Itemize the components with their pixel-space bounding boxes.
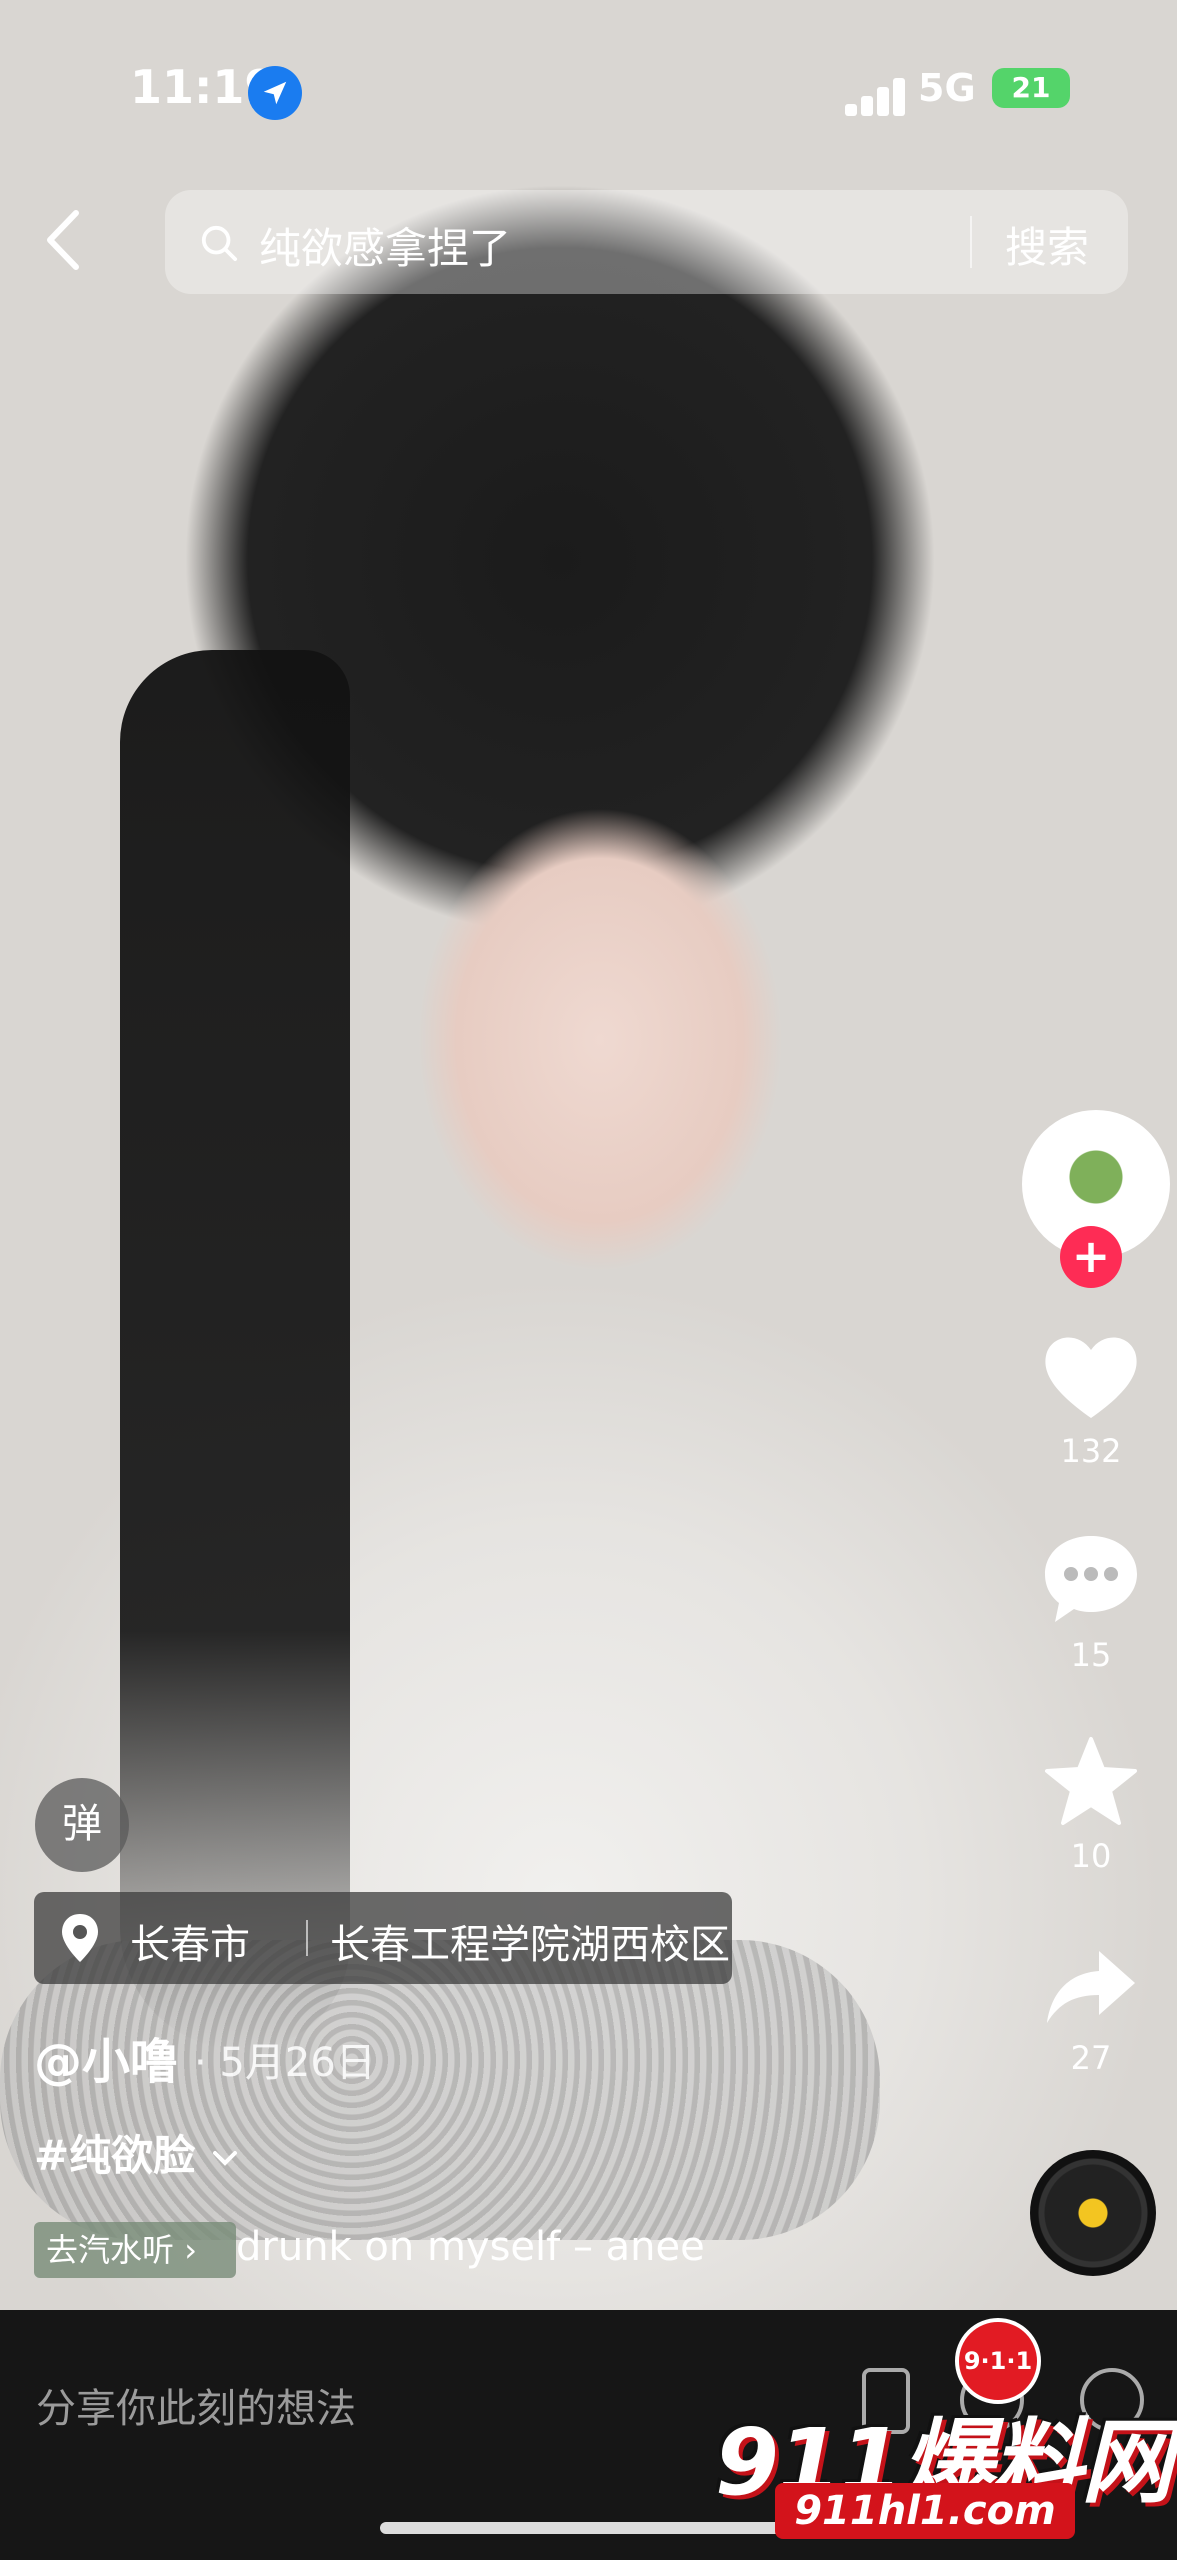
watermark-url: 911hl1.com (775, 2483, 1075, 2539)
post-date: · 5月26日 (194, 2040, 376, 2086)
share-button[interactable]: 27 (1005, 1945, 1177, 2077)
video-content (120, 650, 350, 2050)
open-in-qishui-button[interactable]: 去汽水听 › (34, 2222, 236, 2278)
location-place: 长春工程学院湖西校区 (330, 1922, 730, 1968)
like-button[interactable]: 132 (1005, 1330, 1177, 1470)
back-button[interactable] (40, 205, 100, 285)
share-arrow-icon (1047, 1951, 1135, 2023)
star-icon (1045, 1737, 1137, 1825)
signal-icon (845, 76, 907, 116)
open-in-qishui-label: 去汽水听 (46, 2231, 175, 2269)
share-count: 27 (1070, 2039, 1112, 2077)
like-count: 132 (1060, 1432, 1122, 1470)
location-divider (306, 1920, 308, 1956)
location-city: 长春市 (130, 1922, 250, 1968)
search-bar[interactable]: 纯欲感拿捏了 搜索 (165, 190, 1128, 294)
author-name[interactable]: @小噜 (34, 2022, 178, 2092)
favorite-count: 10 (1070, 1837, 1112, 1875)
comment-count: 15 (1070, 1636, 1112, 1674)
comment-input[interactable]: 分享你此刻的想法 (36, 2376, 356, 2434)
music-title: drunk on myself – anee (236, 2224, 705, 2270)
chevron-down-icon (212, 2151, 237, 2166)
battery-indicator: 21 (992, 68, 1070, 108)
hashtag-link[interactable]: #纯欲脸 (34, 2122, 240, 2183)
search-query[interactable]: 纯欲感拿捏了 (259, 215, 511, 276)
watermark: 9·1·1 911爆料网 911hl1.com (685, 2318, 1177, 2560)
hashtag-text: #纯欲脸 (34, 2131, 196, 2180)
location-tag[interactable]: 长春市 长春工程学院湖西校区 (34, 1892, 732, 1984)
favorite-button[interactable]: 10 (1005, 1735, 1177, 1875)
status-bar: 11:19 5G 21 (0, 60, 1177, 130)
music-disc[interactable] (1030, 2150, 1156, 2276)
location-arrow-icon (248, 66, 302, 120)
follow-button[interactable]: + (1060, 1226, 1122, 1288)
search-icon (201, 225, 238, 262)
search-divider (970, 216, 972, 268)
comment-icon (1045, 1536, 1137, 1622)
search-button[interactable]: 搜索 (1005, 214, 1089, 275)
danmu-toggle-button[interactable]: 弹 (35, 1778, 129, 1872)
comment-button[interactable]: 15 (1005, 1530, 1177, 1674)
chevron-left-icon (47, 210, 79, 270)
heart-icon (1045, 1337, 1137, 1418)
network-type: 5G (918, 66, 976, 110)
chevron-right-icon: › (184, 2231, 197, 2269)
location-pin-icon (62, 1914, 98, 1962)
